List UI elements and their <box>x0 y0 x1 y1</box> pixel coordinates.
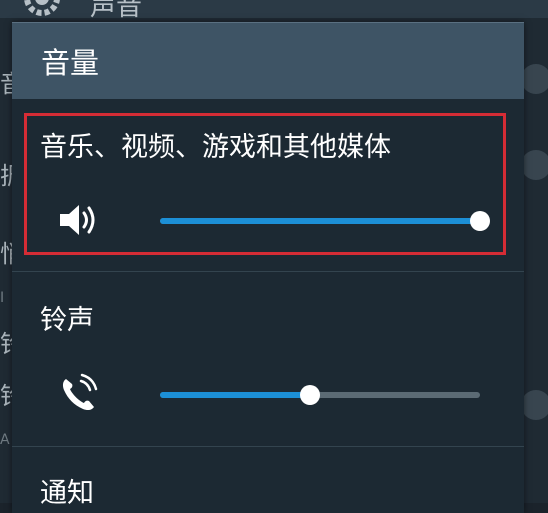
background-header: 声音 <box>0 0 548 18</box>
gear-icon <box>24 0 60 16</box>
phone-ring-icon <box>62 373 98 411</box>
volume-dialog: 音量 音乐、视频、游戏和其他媒体 铃声 通知 <box>12 22 524 513</box>
background-toggle-circle <box>521 150 548 180</box>
dialog-title: 音量 <box>41 46 100 80</box>
slider-fill <box>160 392 310 398</box>
ringtone-volume-label: 铃声 <box>40 305 94 336</box>
background-title: 声音 <box>90 0 143 18</box>
notification-volume-label: 通知 <box>40 478 94 509</box>
notification-volume-section: 通知 <box>12 447 524 513</box>
dialog-header: 音量 <box>12 23 524 99</box>
ringtone-volume-section: 铃声 <box>12 272 524 446</box>
highlight-box <box>24 113 506 255</box>
ringtone-volume-slider[interactable] <box>160 384 480 406</box>
background-toggle-circle <box>521 64 548 94</box>
slider-thumb[interactable] <box>300 385 320 405</box>
background-toggle-circle <box>521 390 548 420</box>
